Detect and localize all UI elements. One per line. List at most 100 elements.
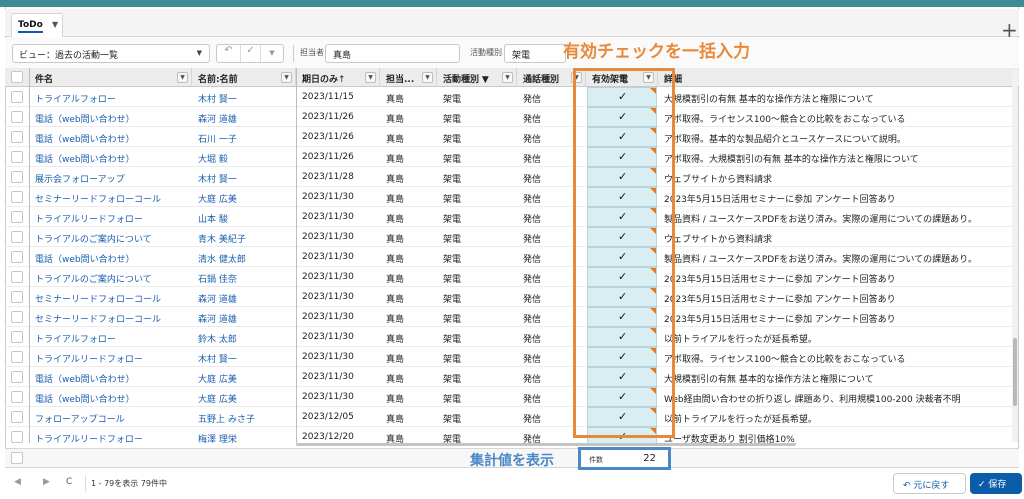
chevron-down-icon[interactable]: ▼: [261, 45, 283, 62]
table-row[interactable]: トライアルリードフォロー 木村 賢一 2023/11/30 真島 架電 発信 ✓ アポ取得。ラ…: [5, 347, 1019, 367]
cell-subject[interactable]: トライアルのご案内について: [29, 267, 192, 287]
column-menu-icon[interactable]: ▼: [365, 72, 376, 83]
cell-name[interactable]: 清水 健太郎: [192, 247, 296, 267]
cell-name[interactable]: 大庭 広美: [192, 367, 296, 387]
row-select-checkbox[interactable]: [11, 291, 23, 303]
row-select-checkbox[interactable]: [11, 131, 23, 143]
row-select-checkbox[interactable]: [11, 231, 23, 243]
row-select-checkbox[interactable]: [11, 251, 23, 263]
cell-subject[interactable]: トライアルリードフォロー: [29, 347, 192, 367]
table-row[interactable]: トライアルのご案内について 石鍋 佳奈 2023/11/30 真島 架電 発信 ✓ 2023年…: [5, 267, 1019, 287]
table-row[interactable]: セミナーリードフォローコール 森河 道雄 2023/11/30 真島 架電 発信 ✓ 2023…: [5, 307, 1019, 327]
column-header-detail[interactable]: 詳細: [658, 68, 1017, 87]
save-button[interactable]: ✓ 保存: [970, 473, 1022, 494]
row-select-checkbox[interactable]: [11, 191, 23, 203]
horizontal-scrollbar[interactable]: [296, 443, 796, 446]
cell-subject[interactable]: セミナーリードフォローコール: [29, 287, 192, 307]
view-select[interactable]: ビュー：過去の活動一覧 ▼: [12, 44, 210, 63]
table-row[interactable]: トライアルフォロー 鈴木 太郎 2023/11/30 真島 架電 発信 ✓ 以前トライアルを行…: [5, 327, 1019, 347]
row-select-checkbox[interactable]: [11, 391, 23, 403]
next-page-icon[interactable]: ▶: [43, 477, 50, 487]
table-row[interactable]: 電話（web問い合わせ） 大庭 広美 2023/11/30 真島 架電 発信 ✓ 大規模割引の…: [5, 367, 1019, 387]
row-select-checkbox[interactable]: [11, 431, 23, 443]
cell-name[interactable]: 木村 賢一: [192, 347, 296, 367]
cell-name[interactable]: 石鍋 佳奈: [192, 267, 296, 287]
revert-button[interactable]: ↶ 元に戻す: [893, 473, 966, 494]
cell-subject[interactable]: トライアルフォロー: [29, 87, 192, 107]
cell-name[interactable]: 五野上 みさ子: [192, 407, 296, 427]
row-select-checkbox[interactable]: [11, 171, 23, 183]
cell-name[interactable]: 青木 美紀子: [192, 227, 296, 247]
cell-subject[interactable]: トライアルのご案内について: [29, 227, 192, 247]
owner-filter-field[interactable]: 真島: [325, 44, 460, 63]
add-tab-plus-icon[interactable]: +: [1001, 20, 1018, 40]
table-row[interactable]: トライアルフォロー 木村 賢一 2023/11/15 真島 架電 発信 ✓ 大規模割引の有無 …: [5, 87, 1019, 107]
column-menu-icon[interactable]: ▼: [422, 72, 433, 83]
table-row[interactable]: 電話（web問い合わせ） 石川 一子 2023/11/26 真島 架電 発信 ✓ アポ取得。基…: [5, 127, 1019, 147]
table-row[interactable]: セミナーリードフォローコール 森河 道雄 2023/11/30 真島 架電 発信 ✓ 2023…: [5, 287, 1019, 307]
row-select-checkbox[interactable]: [11, 411, 23, 423]
row-select-checkbox[interactable]: [11, 151, 23, 163]
cell-name[interactable]: 大庭 広美: [192, 387, 296, 407]
cell-name[interactable]: 鈴木 太郎: [192, 327, 296, 347]
column-header-date[interactable]: 期日のみ↑ ▼: [296, 68, 380, 87]
cell-subject[interactable]: フォローアップコール: [29, 407, 192, 427]
cell-subject[interactable]: トライアルリードフォロー: [29, 427, 192, 443]
row-select-checkbox[interactable]: [11, 91, 23, 103]
column-menu-icon[interactable]: ▼: [177, 72, 188, 83]
column-menu-icon[interactable]: ▼: [281, 72, 292, 83]
cell-name[interactable]: 石川 一子: [192, 127, 296, 147]
cell-subject[interactable]: セミナーリードフォローコール: [29, 307, 192, 327]
cell-name[interactable]: 森河 道雄: [192, 287, 296, 307]
cell-subject[interactable]: 電話（web問い合わせ）: [29, 367, 192, 387]
previous-page-icon[interactable]: ◀: [14, 477, 21, 487]
cell-subject[interactable]: 電話（web問い合わせ）: [29, 107, 192, 127]
cell-name[interactable]: 大庭 広美: [192, 187, 296, 207]
cell-name[interactable]: 森河 道雄: [192, 307, 296, 327]
row-select-checkbox[interactable]: [11, 111, 23, 123]
table-row[interactable]: 電話（web問い合わせ） 大庭 広美 2023/11/30 真島 架電 発信 ✓ Web経由問…: [5, 387, 1019, 407]
select-all-checkbox[interactable]: [11, 71, 23, 83]
table-row[interactable]: フォローアップコール 五野上 みさ子 2023/12/05 真島 架電 発信 ✓ 以前トライア…: [5, 407, 1019, 427]
cell-subject[interactable]: トライアルリードフォロー: [29, 207, 192, 227]
table-row[interactable]: トライアルのご案内について 青木 美紀子 2023/11/30 真島 架電 発信 ✓ ウェブサ…: [5, 227, 1019, 247]
cell-name[interactable]: 梅澤 理栄: [192, 427, 296, 443]
row-select-checkbox[interactable]: [11, 331, 23, 343]
column-menu-icon[interactable]: ▼: [502, 72, 513, 83]
table-row[interactable]: トライアルリードフォロー 梅澤 理栄 2023/12/20 真島 架電 発信 ✓ ユーザ数変更…: [5, 427, 1019, 443]
undo-icon[interactable]: ↶: [217, 45, 241, 62]
summary-row-checkbox[interactable]: [11, 452, 23, 464]
cell-name[interactable]: 山本 駿: [192, 207, 296, 227]
table-row[interactable]: セミナーリードフォローコール 大庭 広美 2023/11/30 真島 架電 発信 ✓ 2023…: [5, 187, 1019, 207]
cell-name[interactable]: 森河 道雄: [192, 107, 296, 127]
cell-subject[interactable]: 電話（web問い合わせ）: [29, 147, 192, 167]
column-header-subject[interactable]: 件名 ▼: [29, 68, 192, 87]
row-select-checkbox[interactable]: [11, 311, 23, 323]
chevron-down-icon[interactable]: ▼: [52, 20, 58, 29]
cell-name[interactable]: 木村 賢一: [192, 167, 296, 187]
column-header-activity[interactable]: 活動種別 ▼ ▼: [437, 68, 517, 87]
check-icon[interactable]: ✓: [241, 45, 261, 62]
column-header-name[interactable]: 名前:名前 ▼: [192, 68, 296, 87]
table-row[interactable]: 電話（web問い合わせ） 清水 健太郎 2023/11/30 真島 架電 発信 ✓ 製品資料 …: [5, 247, 1019, 267]
vertical-scroll-thumb[interactable]: [1013, 338, 1017, 406]
cell-name[interactable]: 木村 賢一: [192, 87, 296, 107]
table-row[interactable]: 電話（web問い合わせ） 大堀 毅 2023/11/26 真島 架電 発信 ✓ アポ取得。大規…: [5, 147, 1019, 167]
tab-todo[interactable]: ToDo ▼: [11, 13, 63, 37]
cell-subject[interactable]: 電話（web問い合わせ）: [29, 247, 192, 267]
activity-filter-field[interactable]: 架電: [504, 44, 566, 63]
cell-subject[interactable]: 展示会フォローアップ: [29, 167, 192, 187]
row-select-checkbox[interactable]: [11, 351, 23, 363]
table-row[interactable]: 展示会フォローアップ 木村 賢一 2023/11/28 真島 架電 発信 ✓ ウェブサイトから…: [5, 167, 1019, 187]
table-row[interactable]: 電話（web問い合わせ） 森河 道雄 2023/11/26 真島 架電 発信 ✓ アポ取得。ラ…: [5, 107, 1019, 127]
cell-subject[interactable]: 電話（web問い合わせ）: [29, 127, 192, 147]
row-select-checkbox[interactable]: [11, 371, 23, 383]
column-header-owner[interactable]: 担当... ▼: [380, 68, 437, 87]
cell-name[interactable]: 大堀 毅: [192, 147, 296, 167]
row-select-checkbox[interactable]: [11, 211, 23, 223]
refresh-icon[interactable]: C: [66, 477, 72, 487]
table-row[interactable]: トライアルリードフォロー 山本 駿 2023/11/30 真島 架電 発信 ✓ 製品資料 / …: [5, 207, 1019, 227]
cell-subject[interactable]: 電話（web問い合わせ）: [29, 387, 192, 407]
cell-subject[interactable]: トライアルフォロー: [29, 327, 192, 347]
cell-subject[interactable]: セミナーリードフォローコール: [29, 187, 192, 207]
